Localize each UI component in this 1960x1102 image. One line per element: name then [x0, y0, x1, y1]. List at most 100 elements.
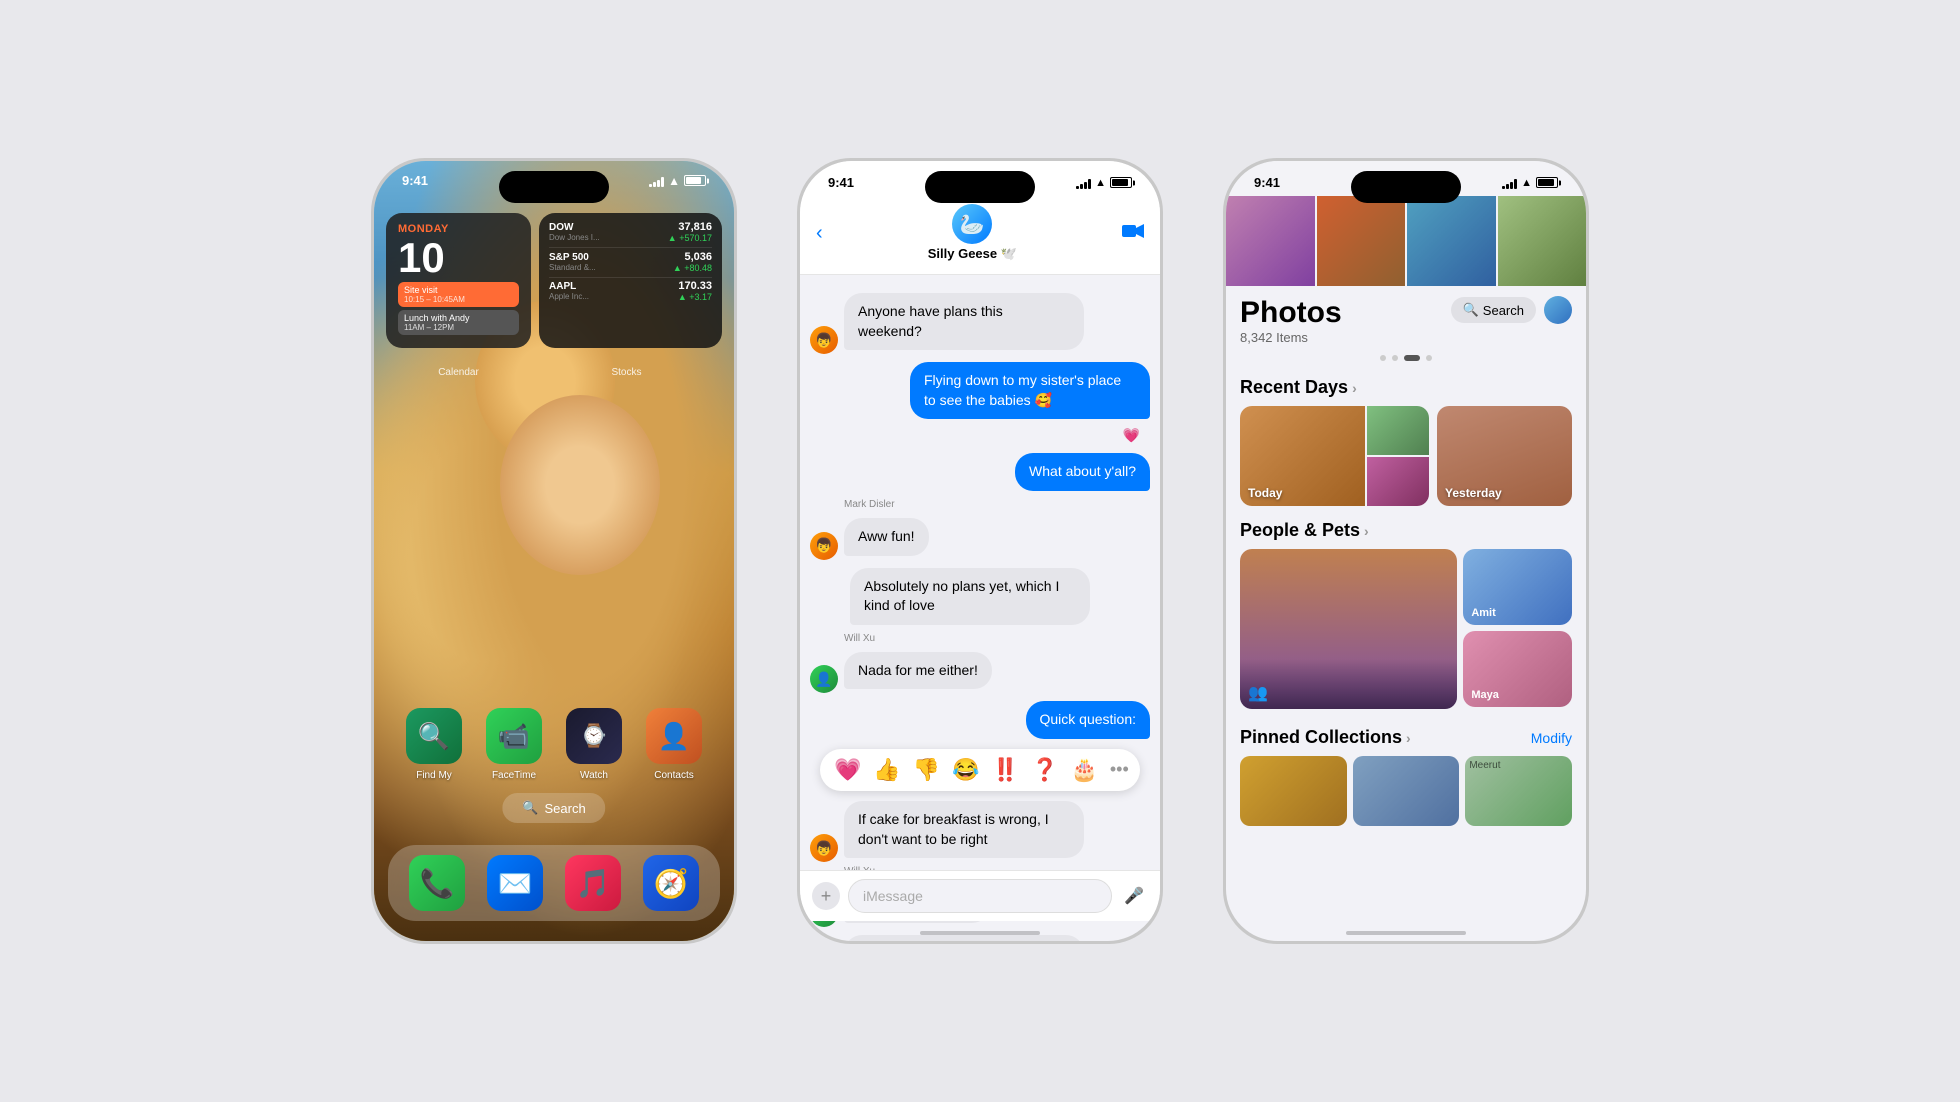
phone-2-screen: 9:41 ▲ ‹	[800, 161, 1160, 941]
photos-app-title: Photos	[1240, 296, 1342, 330]
people-pets-label: People & Pets	[1240, 520, 1360, 541]
app-icon-contacts[interactable]: 👤 Contacts	[646, 708, 702, 781]
strip-photo-4	[1498, 196, 1587, 286]
today-thumb-1	[1367, 406, 1429, 455]
calendar-event-2: Lunch with Andy 11AM – 12PM	[398, 310, 519, 335]
watch-app-icon: ⌚	[566, 708, 622, 764]
conversation-header: 🦢 Silly Geese 🕊️	[928, 204, 1017, 262]
today-card[interactable]: Today	[1240, 406, 1429, 506]
voice-message-button[interactable]: 🎤	[1120, 882, 1148, 910]
phone-1-screen: 9:41 ▲ MONDAY 10 Site visit	[374, 161, 734, 941]
people-pets-header[interactable]: People & Pets ›	[1240, 520, 1572, 541]
phone-1-frame: 9:41 ▲ MONDAY 10 Site visit	[371, 158, 737, 944]
chevron-right-icon-3: ›	[1406, 730, 1411, 746]
add-attachment-button[interactable]: +	[812, 882, 840, 910]
avatar-mark: 👦	[810, 326, 838, 354]
reaction-heart: 💗	[810, 427, 1140, 445]
time-display-3: 9:41	[1254, 175, 1280, 190]
dock-mail-icon[interactable]: ✉️	[487, 855, 543, 911]
avatar-mark-2: 👦	[810, 532, 838, 560]
back-button[interactable]: ‹	[816, 222, 823, 245]
message-input-bar: + iMessage 🎤	[800, 870, 1160, 921]
search-icon-photos: 🔍	[1463, 302, 1479, 318]
people-pets-grid: 👥 Amit Maya	[1240, 549, 1572, 713]
tapback-exclaim[interactable]: ‼️	[992, 757, 1019, 783]
dynamic-island-2	[925, 171, 1035, 203]
signal-icon	[649, 175, 664, 187]
time-display-2: 9:41	[828, 175, 854, 190]
chevron-right-icon: ›	[1352, 380, 1357, 396]
message-text-3: What about y'all?	[1029, 463, 1136, 479]
calendar-widget-label: Calendar	[386, 367, 531, 378]
facetime-label: FaceTime	[492, 770, 536, 781]
card-gradient	[1240, 659, 1457, 709]
message-row-5: Absolutely no plans yet, which I kind of…	[810, 564, 1150, 629]
photos-title-left: Photos 8,342 Items	[1240, 296, 1342, 345]
tapback-heart[interactable]: 💗	[834, 757, 861, 783]
photos-search-button[interactable]: 🔍 Search	[1451, 297, 1536, 323]
pinned-card-3[interactable]: Meerut	[1465, 756, 1572, 826]
pinned-card-1[interactable]	[1240, 756, 1347, 826]
find-my-label: Find My	[416, 770, 452, 781]
dot-3[interactable]	[1404, 355, 1420, 361]
messages-scroll[interactable]: 👦 Anyone have plans this weekend? Flying…	[800, 275, 1160, 941]
pinned-modify-button[interactable]: Modify	[1531, 730, 1572, 746]
widget-labels: Calendar Stocks	[386, 367, 722, 378]
battery-icon-2	[1110, 177, 1132, 188]
pinned-grid: Meerut	[1240, 756, 1572, 826]
app-icon-findmy[interactable]: 🔍 Find My	[406, 708, 462, 781]
app-icon-facetime[interactable]: 📹 FaceTime	[486, 708, 542, 781]
tapback-cake[interactable]: 🎂	[1070, 757, 1097, 783]
yesterday-card[interactable]: Yesterday	[1437, 406, 1572, 506]
tapback-haha[interactable]: 😂	[952, 757, 979, 783]
pinned-card-2[interactable]	[1353, 756, 1460, 826]
photos-item-count: 8,342 Items	[1240, 330, 1342, 345]
dynamic-island	[499, 171, 609, 203]
message-text-7: Quick question:	[1040, 711, 1137, 727]
pinned-header: Pinned Collections › Modify	[1240, 727, 1572, 748]
home-indicator-2	[920, 931, 1040, 935]
dock-safari-icon[interactable]: 🧭	[643, 855, 699, 911]
amit-card[interactable]: Amit	[1463, 549, 1572, 625]
search-label: Search	[544, 801, 585, 816]
tapback-question[interactable]: ❓	[1031, 757, 1058, 783]
dot-2[interactable]	[1392, 355, 1398, 361]
stock-row-dow: DOW Dow Jones I... 37,816 ▲ +570.17	[549, 221, 712, 243]
mother-face-decoration	[500, 395, 660, 575]
watch-label: Watch	[580, 770, 608, 781]
search-icon: 🔍	[522, 800, 538, 816]
recent-days-grid: Today Yesterday	[1240, 406, 1572, 506]
user-avatar-photos[interactable]	[1544, 296, 1572, 324]
phone-2-frame: 9:41 ▲ ‹	[797, 158, 1163, 944]
tapback-thumbsdown[interactable]: 👎	[913, 757, 940, 783]
tapback-more[interactable]: •••	[1110, 759, 1129, 780]
dot-1[interactable]	[1380, 355, 1386, 361]
dock-phone-icon[interactable]: 📞	[409, 855, 465, 911]
message-bubble-3: What about y'all?	[1015, 453, 1150, 491]
dock-music-icon[interactable]: 🎵	[565, 855, 621, 911]
dot-4[interactable]	[1426, 355, 1432, 361]
recent-days-header[interactable]: Recent Days ›	[1240, 377, 1572, 398]
avatar-will: 👤	[810, 665, 838, 693]
calendar-widget[interactable]: MONDAY 10 Site visit 10:15 – 10:45AM Lun…	[386, 213, 531, 348]
people-card-left[interactable]: 👥	[1240, 549, 1457, 709]
tapback-bar[interactable]: 💗 👍 👎 😂 ‼️ ❓ 🎂 •••	[820, 749, 1140, 791]
message-text-6: Nada for me either!	[858, 662, 978, 678]
signal-icon-3	[1502, 177, 1517, 189]
phone-3-frame: 9:41 ▲	[1223, 158, 1589, 944]
message-input[interactable]: iMessage	[848, 879, 1112, 913]
photos-toolbar: 🔍 Search	[1451, 296, 1572, 324]
spotlight-search[interactable]: 🔍 Search	[502, 793, 605, 823]
today-thumb-2	[1367, 457, 1429, 506]
stocks-widget[interactable]: DOW Dow Jones I... 37,816 ▲ +570.17 S&P …	[539, 213, 722, 348]
pinned-title[interactable]: Pinned Collections ›	[1240, 727, 1411, 748]
message-row-8: 👦 If cake for breakfast is wrong, I don'…	[810, 797, 1150, 862]
maya-card[interactable]: Maya	[1463, 631, 1572, 707]
tapback-thumbsup[interactable]: 👍	[873, 757, 900, 783]
video-call-button[interactable]	[1122, 222, 1144, 245]
message-bubble-6: Nada for me either!	[844, 652, 992, 690]
strip-photo-2	[1317, 196, 1406, 286]
messages-header: ‹ 🦢 Silly Geese 🕊️	[800, 196, 1160, 275]
wifi-icon-3: ▲	[1521, 177, 1532, 189]
app-icon-watch[interactable]: ⌚ Watch	[566, 708, 622, 781]
